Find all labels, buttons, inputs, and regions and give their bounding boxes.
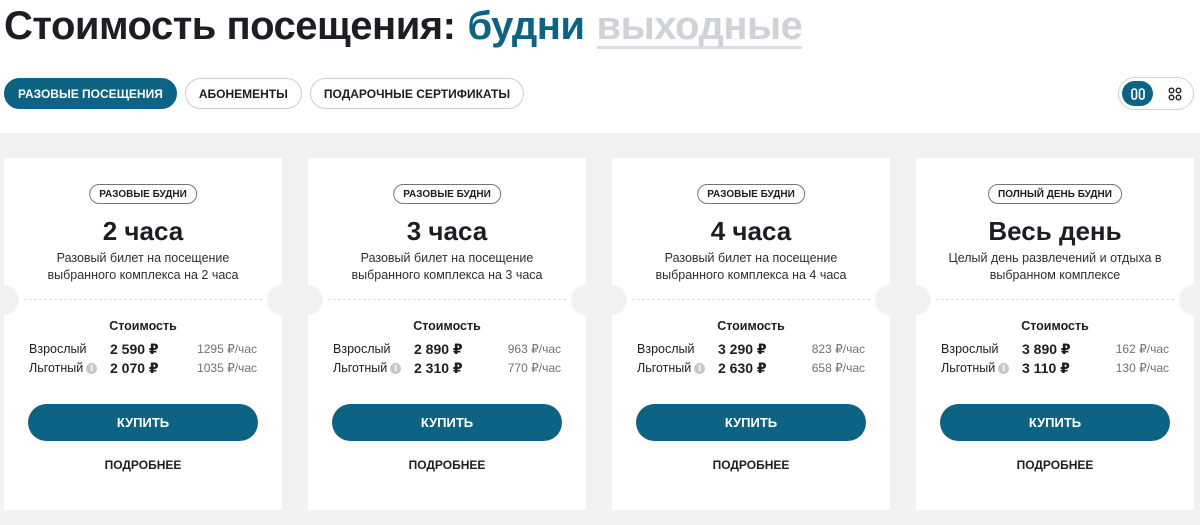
page-title: Стоимость посещения: будни выходные (4, 4, 803, 50)
more-details-link[interactable]: ПОДРОБНЕЕ (4, 458, 282, 472)
ticket-description: Разовый билет на посещение выбранного ко… (34, 250, 252, 284)
ticket-title: 4 часа (710, 216, 792, 246)
card-notch (1179, 285, 1200, 315)
reduced-hourly-price: 130 ₽/час (1115, 361, 1169, 375)
ticket-description: Разовый билет на посещение выбранного ко… (642, 250, 860, 284)
ticket-card: РАЗОВЫЕ БУДНИ 2 часа Разовый билет на по… (0, 158, 297, 510)
columns-view-button[interactable] (1122, 81, 1153, 106)
ticket-title: Весь день (988, 216, 1122, 246)
adult-hourly-price: 1295 ₽/час (197, 342, 257, 356)
ticket-description-line: выбранном комплексе (989, 268, 1121, 282)
reduced-label: Льготный (29, 361, 84, 375)
adult-hourly-price: 162 ₽/час (1115, 342, 1169, 356)
ticket-description-line: Разовый билет на посещение (56, 251, 230, 265)
buy-button[interactable]: КУПИТЬ (940, 404, 1170, 441)
ticket-description-line: Целый день развлечений и отдыха в (948, 251, 1162, 265)
adult-hourly-price: 963 ₽/час (507, 342, 561, 356)
adult-price-row: Взрослый 3 890 ₽ 162 ₽/час (941, 341, 1169, 360)
adult-label: Взрослый (29, 342, 87, 356)
ticket-description-line: Разовый билет на посещение (360, 251, 534, 265)
buy-button[interactable]: КУПИТЬ (332, 404, 562, 441)
ticket-description-line: Разовый билет на посещение (664, 251, 838, 265)
adult-price: 3 290 ₽ (718, 341, 767, 357)
pill-gift-certificates[interactable]: ПОДАРОЧНЫЕ СЕРТИФИКАТЫ (309, 78, 525, 109)
ticket-card: РАЗОВЫЕ БУДНИ 3 часа Разовый билет на по… (293, 158, 601, 510)
ticket-badge: РАЗОВЫЕ БУДНИ (89, 184, 197, 204)
pill-single-visits[interactable]: РАЗОВЫЕ ПОСЕЩЕНИЯ (4, 78, 177, 109)
info-icon[interactable]: i (390, 362, 402, 374)
more-details-link[interactable]: ПОДРОБНЕЕ (916, 458, 1194, 472)
reduced-price: 2 310 ₽ (414, 360, 463, 376)
ticket-badge: РАЗОВЫЕ БУДНИ (697, 184, 805, 204)
ticket-title: 2 часа (102, 216, 184, 246)
cost-label: Стоимость (413, 319, 481, 333)
page-title-text: Стоимость посещения: (4, 4, 456, 48)
cost-label: Стоимость (109, 319, 177, 333)
buy-button[interactable]: КУПИТЬ (636, 404, 866, 441)
grid-icon (1168, 87, 1181, 100)
ticket-description-line: выбранного комплекса на 4 часа (655, 268, 847, 282)
more-details-link[interactable]: ПОДРОБНЕЕ (612, 458, 890, 472)
more-details-link[interactable]: ПОДРОБНЕЕ (308, 458, 586, 472)
ticket-badge: ПОЛНЫЙ ДЕНЬ БУДНИ (988, 184, 1122, 204)
grid-view-button[interactable] (1159, 81, 1190, 106)
info-icon[interactable]: i (998, 362, 1010, 374)
reduced-price-row: Льготный i 2 630 ₽ 658 ₽/час (637, 360, 865, 379)
reduced-price: 3 110 ₽ (1022, 360, 1070, 376)
dashed-divider (936, 299, 1174, 300)
reduced-hourly-price: 658 ₽/час (811, 361, 865, 375)
info-icon[interactable]: i (694, 362, 706, 374)
dashed-divider (328, 299, 566, 300)
tab-weekends[interactable]: выходные (596, 6, 803, 49)
card-notch (0, 285, 19, 315)
reduced-price-row: Льготный i 2 310 ₽ 770 ₽/час (333, 360, 561, 379)
ticket-description: Целый день развлечений и отдыха в выбран… (946, 250, 1164, 284)
dashed-divider (632, 299, 870, 300)
adult-price-row: Взрослый 3 290 ₽ 823 ₽/час (637, 341, 865, 360)
adult-price-row: Взрослый 2 590 ₽ 1295 ₽/час (29, 341, 257, 360)
reduced-price-row: Льготный i 2 070 ₽ 1035 ₽/час (29, 360, 257, 379)
adult-price-row: Взрослый 2 890 ₽ 963 ₽/час (333, 341, 561, 360)
view-toggle (1118, 77, 1194, 110)
ticket-badge: РАЗОВЫЕ БУДНИ (393, 184, 501, 204)
reduced-hourly-price: 1035 ₽/час (197, 361, 257, 375)
ticket-card: ПОЛНЫЙ ДЕНЬ БУДНИ Весь день Целый день р… (901, 158, 1200, 510)
adult-price: 2 890 ₽ (414, 341, 463, 357)
dashed-divider (24, 299, 262, 300)
adult-label: Взрослый (941, 342, 999, 356)
ticket-card: РАЗОВЫЕ БУДНИ 4 часа Разовый билет на по… (597, 158, 905, 510)
info-icon[interactable]: i (86, 362, 98, 374)
pill-subscriptions[interactable]: АБОНЕМЕНТЫ (184, 78, 302, 109)
tab-weekdays[interactable]: будни (467, 4, 585, 49)
adult-hourly-price: 823 ₽/час (811, 342, 865, 356)
ticket-description-line: выбранного комплекса на 2 часа (47, 268, 239, 282)
category-pills: РАЗОВЫЕ ПОСЕЩЕНИЯ АБОНЕМЕНТЫ ПОДАРОЧНЫЕ … (4, 78, 525, 109)
reduced-label: Льготный (941, 361, 996, 375)
cost-label: Стоимость (1021, 319, 1089, 333)
adult-label: Взрослый (637, 342, 695, 356)
columns-icon (1130, 87, 1145, 100)
card-notch (597, 285, 627, 315)
ticket-description: Разовый билет на посещение выбранного ко… (338, 250, 556, 284)
reduced-price: 2 630 ₽ (718, 360, 767, 376)
ticket-description-line: выбранного комплекса на 3 часа (351, 268, 543, 282)
ticket-title: 3 часа (406, 216, 488, 246)
adult-label: Взрослый (333, 342, 391, 356)
adult-price: 2 590 ₽ (110, 341, 159, 357)
reduced-price-row: Льготный i 3 110 ₽ 130 ₽/час (941, 360, 1169, 379)
reduced-label: Льготный (333, 361, 388, 375)
card-notch (293, 285, 323, 315)
card-notch (901, 285, 931, 315)
reduced-hourly-price: 770 ₽/час (507, 361, 561, 375)
cost-label: Стоимость (717, 319, 785, 333)
adult-price: 3 890 ₽ (1022, 341, 1071, 357)
reduced-price: 2 070 ₽ (110, 360, 159, 376)
reduced-label: Льготный (637, 361, 692, 375)
buy-button[interactable]: КУПИТЬ (28, 404, 258, 441)
